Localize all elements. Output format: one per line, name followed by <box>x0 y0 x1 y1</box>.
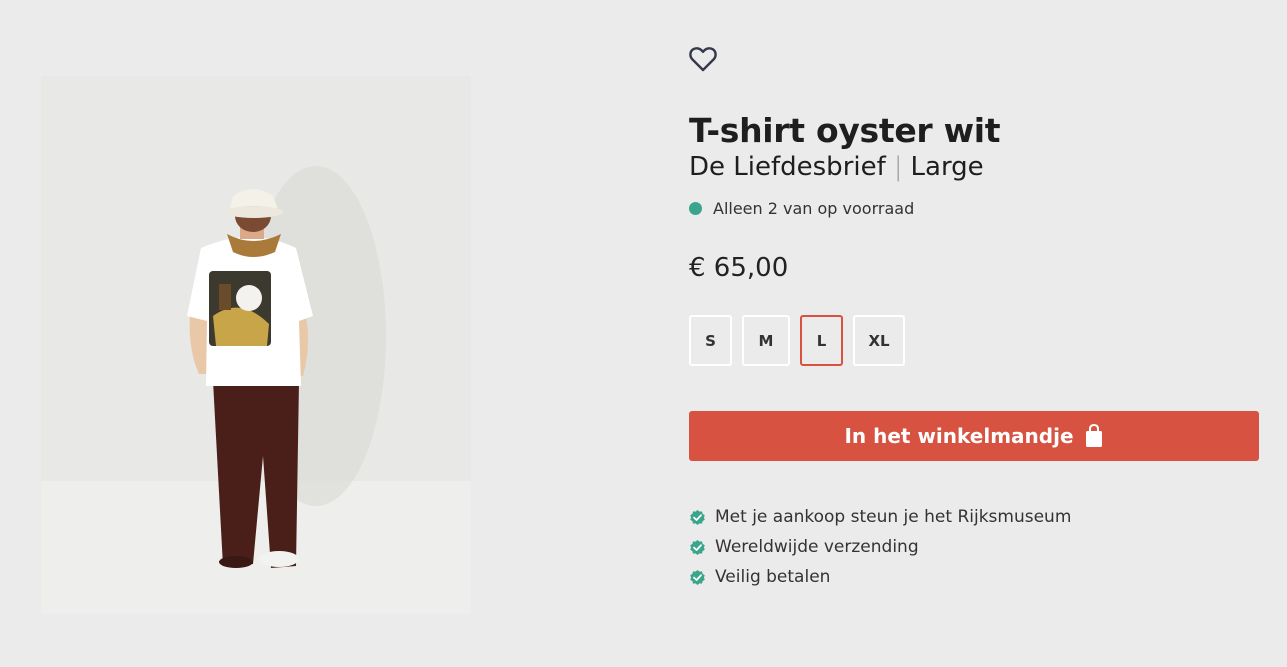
usp-item: Met je aankoop steun je het Rijksmuseum <box>689 502 1071 532</box>
heart-icon <box>689 47 717 72</box>
usp-text: Wereldwijde verzending <box>715 537 919 557</box>
product-subtitle: De Liefdesbrief | Large <box>689 152 984 182</box>
add-to-cart-button[interactable]: In het winkelmandje <box>689 411 1259 461</box>
size-option-s[interactable]: S <box>689 315 732 366</box>
product-image[interactable] <box>41 76 471 614</box>
product-title: T-shirt oyster wit <box>689 111 1001 150</box>
stock-text: Alleen 2 van op voorraad <box>713 199 915 218</box>
size-option-m[interactable]: M <box>742 315 790 366</box>
product-page: T-shirt oyster wit De Liefdesbrief | Large… <box>0 0 1287 667</box>
stock-status: Alleen 2 van op voorraad <box>689 199 914 218</box>
size-option-xl[interactable]: XL <box>853 315 905 366</box>
add-to-cart-label: In het winkelmandje <box>844 424 1074 448</box>
usp-list: Met je aankoop steun je het Rijksmuseum … <box>689 502 1071 592</box>
subtitle-separator: | <box>893 152 903 182</box>
status-dot-icon <box>689 202 702 215</box>
favorite-button[interactable] <box>688 44 718 74</box>
size-selector: S M L XL <box>689 315 915 366</box>
product-photo-illustration <box>41 76 471 614</box>
check-icon <box>690 509 705 525</box>
artwork-name: De Liefdesbrief <box>689 152 886 182</box>
product-price: € 65,00 <box>689 253 789 283</box>
usp-item: Veilig betalen <box>689 562 1071 592</box>
size-option-l[interactable]: L <box>800 315 843 366</box>
usp-text: Veilig betalen <box>715 567 831 587</box>
check-icon <box>690 539 705 555</box>
check-icon <box>690 569 705 585</box>
usp-item: Wereldwijde verzending <box>689 532 1071 562</box>
selected-size-label: Large <box>910 152 984 182</box>
shopping-bag-icon <box>1085 423 1102 447</box>
usp-text: Met je aankoop steun je het Rijksmuseum <box>715 507 1072 527</box>
